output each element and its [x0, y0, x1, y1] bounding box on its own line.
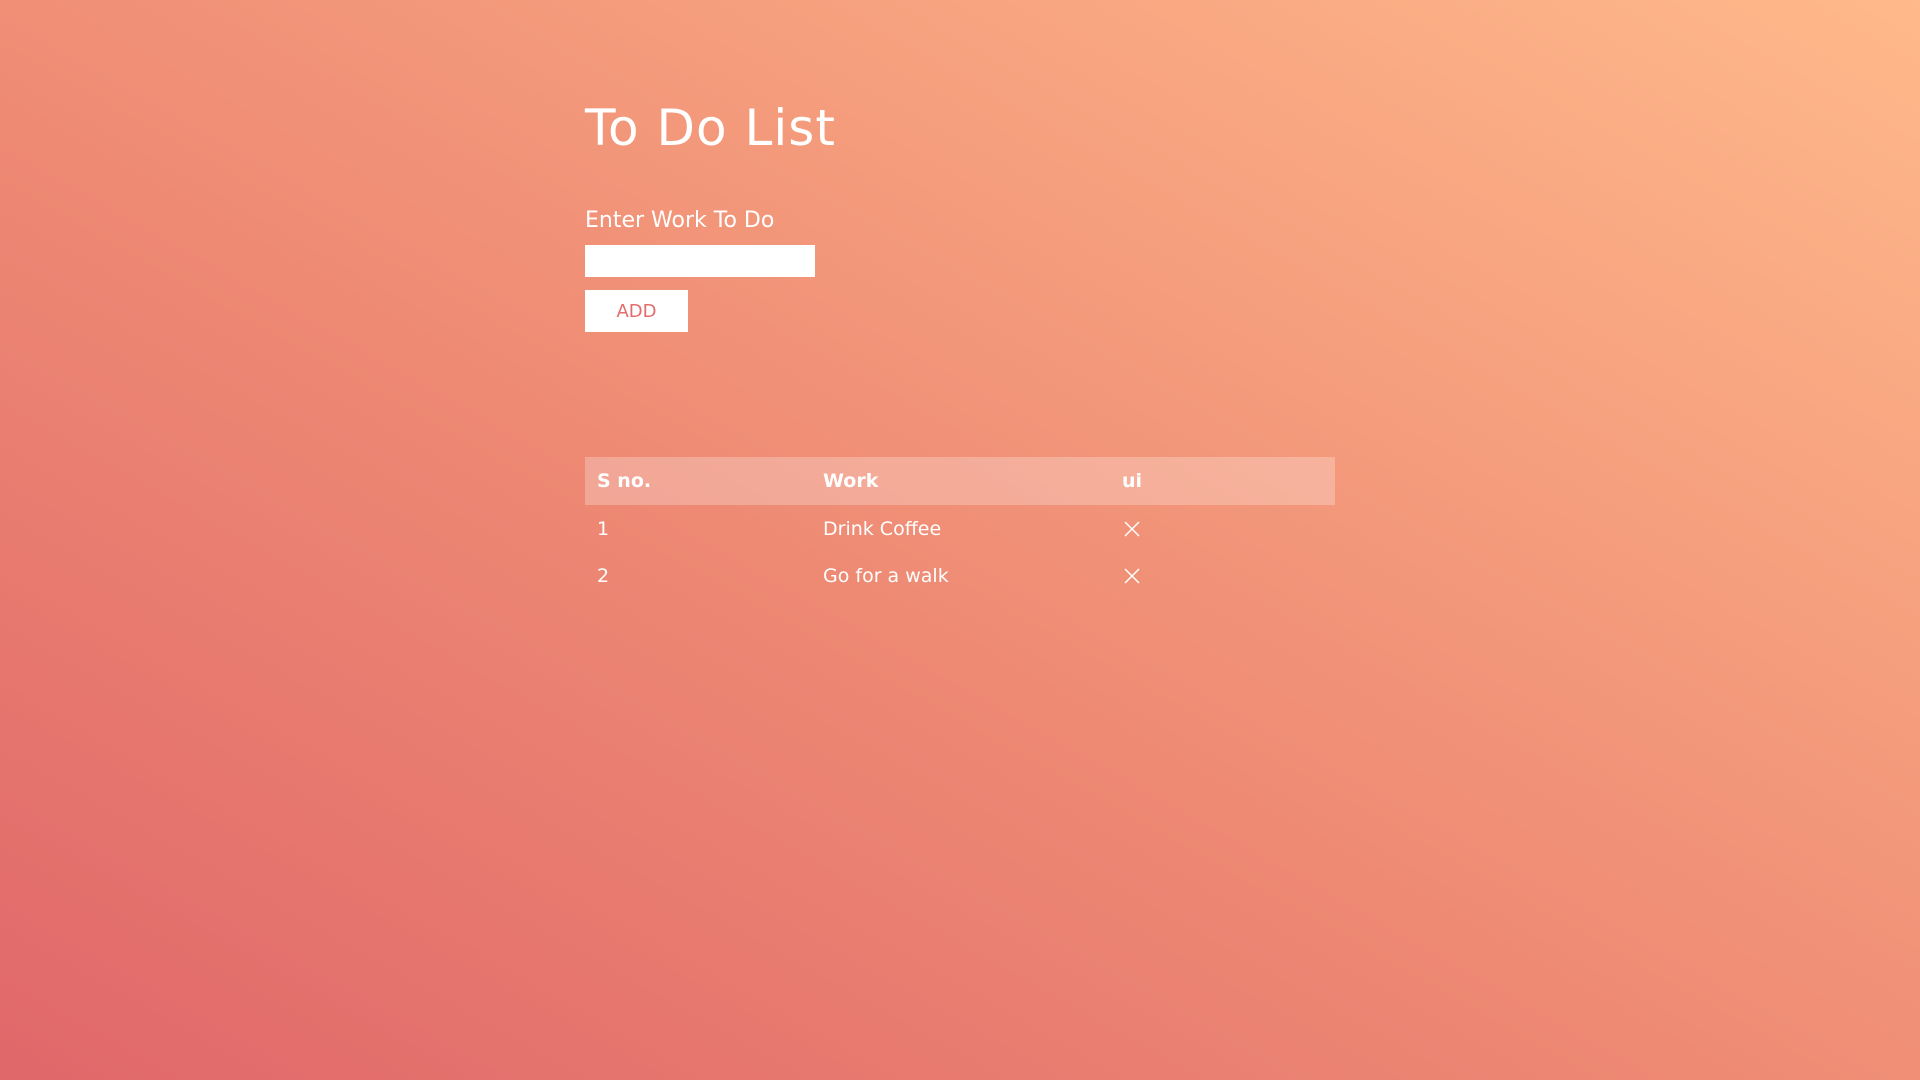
row-sno: 2 — [597, 564, 610, 587]
add-button[interactable]: ADD — [585, 290, 688, 332]
close-icon[interactable] — [1122, 519, 1142, 539]
work-input[interactable] — [585, 245, 815, 277]
header-sno: S no. — [585, 457, 811, 505]
work-input-label: Enter Work To Do — [585, 208, 775, 233]
table-row: 2 Go for a walk — [585, 552, 1335, 599]
table-row: 1 Drink Coffee — [585, 505, 1335, 552]
row-sno: 1 — [597, 517, 610, 540]
close-icon[interactable] — [1122, 566, 1142, 586]
header-work: Work — [811, 457, 1110, 505]
row-work: Drink Coffee — [823, 517, 942, 540]
table-header-row: S no. Work ui — [585, 457, 1335, 505]
row-action — [1110, 552, 1335, 599]
row-work: Go for a walk — [823, 564, 949, 587]
row-action — [1110, 505, 1335, 552]
todo-table: S no. Work ui 1 Drink Coffee 2 Go for a … — [585, 457, 1335, 599]
header-ui: ui — [1110, 457, 1335, 505]
page-title: To Do List — [585, 99, 836, 157]
